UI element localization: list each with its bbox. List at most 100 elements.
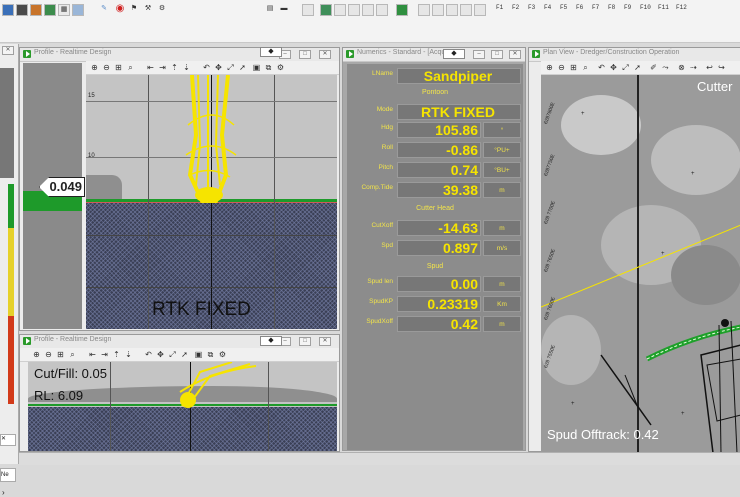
zoom-extent-icon[interactable]: ⊞	[114, 63, 123, 72]
left-panel-x-button[interactable]: ✕	[0, 434, 16, 446]
zoom-window-icon[interactable]: ⌕	[581, 63, 590, 72]
cascade-icon[interactable]	[474, 4, 486, 16]
numerics-pin-icon[interactable]: ◆	[443, 49, 465, 59]
map-icon[interactable]	[30, 4, 42, 16]
pan-left-icon[interactable]: ⇤	[88, 350, 97, 359]
export-icon[interactable]	[396, 4, 408, 16]
pointer-icon[interactable]: ➚	[633, 63, 642, 72]
fkey-f9[interactable]: F9	[624, 4, 631, 11]
profile-bottom-maximize-button[interactable]: □	[299, 337, 311, 346]
pan-left-icon[interactable]: ⇤	[146, 63, 155, 72]
profile-top-titlebar[interactable]: Profile - Realtime Design – □ ✕	[20, 48, 339, 62]
fkey-f7[interactable]: F7	[592, 4, 599, 11]
zoom-window-icon[interactable]: ⌕	[68, 350, 77, 359]
measure-icon[interactable]: ⤢	[168, 350, 177, 359]
zoom-in-icon[interactable]: ⊕	[545, 63, 554, 72]
zoom-in-icon[interactable]: ⊕	[90, 63, 99, 72]
numerics-maximize-button[interactable]: □	[491, 50, 503, 59]
pan-down-icon[interactable]: ⇣	[182, 63, 191, 72]
profile-bottom-close-button[interactable]: ✕	[319, 337, 331, 346]
copy-icon[interactable]	[418, 4, 430, 16]
pen-icon[interactable]: ✎	[98, 4, 110, 16]
left-panel: ✕ ✕ Ne ›	[0, 44, 19, 497]
grid-icon[interactable]: ▦	[58, 4, 70, 16]
fkey-f10[interactable]: F10	[640, 4, 651, 11]
erase-icon[interactable]: ✐	[649, 63, 658, 72]
numerics-minimize-button[interactable]: –	[473, 50, 485, 59]
zoom-in-icon[interactable]: ⊕	[32, 350, 41, 359]
tools-icon[interactable]: ⚒	[142, 4, 154, 16]
pointer-icon[interactable]: ➚	[238, 63, 247, 72]
print-icon[interactable]	[302, 4, 314, 16]
profile-bottom-titlebar[interactable]: Profile - Realtime Design – □ ✕	[20, 335, 339, 349]
copy-view-icon[interactable]: ⧉	[206, 350, 215, 359]
profile-top-pin-icon[interactable]: ◆	[260, 47, 282, 57]
save-icon[interactable]	[320, 4, 332, 16]
fkey-f11[interactable]: F11	[658, 4, 669, 11]
tile-icon[interactable]	[460, 4, 472, 16]
copy-view-icon[interactable]: ⧉	[264, 63, 273, 72]
prev-icon[interactable]: ↩	[705, 63, 714, 72]
fkey-f4[interactable]: F4	[544, 4, 551, 11]
layer-icon[interactable]	[16, 4, 28, 16]
terminal-icon[interactable]: ▤	[264, 4, 276, 16]
crane-icon[interactable]: ⚙	[156, 4, 168, 16]
fkey-f6[interactable]: F6	[576, 4, 583, 11]
move-icon[interactable]: ✥	[156, 350, 165, 359]
undo-icon[interactable]: ↶	[144, 350, 153, 359]
display-icon[interactable]: ▣	[194, 350, 203, 359]
vessel-icon[interactable]: ▬	[278, 4, 290, 16]
move-icon[interactable]: ✥	[214, 63, 223, 72]
profile-top-close-button[interactable]: ✕	[319, 50, 331, 59]
lifebuoy-icon[interactable]: ◉	[114, 4, 126, 16]
pan-right-icon[interactable]: ⇥	[158, 63, 167, 72]
planview-titlebar[interactable]: Plan View - Dredger/Construction Operati…	[529, 48, 740, 62]
route-icon[interactable]: ⤳	[661, 63, 670, 72]
fkey-f5[interactable]: F5	[560, 4, 567, 11]
doc-edit-icon[interactable]	[362, 4, 374, 16]
zoom-window-icon[interactable]: ⌕	[126, 63, 135, 72]
undo-icon[interactable]: ↶	[202, 63, 211, 72]
pan-up-icon[interactable]: ⇡	[112, 350, 121, 359]
app-icon[interactable]	[2, 4, 14, 16]
numerics-titlebar[interactable]: Numerics - Standard - [Acqu – □ ✕	[343, 48, 525, 62]
doc-check-icon[interactable]	[348, 4, 360, 16]
move-icon[interactable]: ✥	[609, 63, 618, 72]
doc-icon[interactable]	[334, 4, 346, 16]
measure-icon[interactable]: ⤢	[226, 63, 235, 72]
left-panel-tab[interactable]: Ne	[0, 468, 16, 482]
undo-icon[interactable]: ↶	[597, 63, 606, 72]
pan-down-icon[interactable]: ⇣	[124, 350, 133, 359]
pointer-icon[interactable]: ➚	[180, 350, 189, 359]
fkey-f1[interactable]: F1	[496, 4, 503, 11]
chart-icon[interactable]	[44, 4, 56, 16]
display-icon[interactable]: ▣	[252, 63, 261, 72]
zoom-out-icon[interactable]: ⊖	[102, 63, 111, 72]
left-panel-arrow-icon[interactable]: ›	[2, 488, 5, 497]
fkey-f3[interactable]: F3	[528, 4, 535, 11]
settings-view-icon[interactable]: ⚙	[218, 350, 227, 359]
pan-right-icon[interactable]: ⇥	[100, 350, 109, 359]
profile-top-maximize-button[interactable]: □	[299, 50, 311, 59]
zoom-extent-icon[interactable]: ⊞	[569, 63, 578, 72]
zoom-out-icon[interactable]: ⊖	[557, 63, 566, 72]
next-icon[interactable]: ↪	[717, 63, 726, 72]
layout-icon[interactable]	[446, 4, 458, 16]
settings-view-icon[interactable]: ⚙	[276, 63, 285, 72]
paste-icon[interactable]	[432, 4, 444, 16]
doc-list-icon[interactable]	[376, 4, 388, 16]
pan-up-icon[interactable]: ⇡	[170, 63, 179, 72]
target-icon[interactable]: ⊗	[677, 63, 686, 72]
left-panel-close-button[interactable]: ✕	[2, 46, 14, 55]
numerics-close-button[interactable]: ✕	[509, 50, 521, 59]
zoom-out-icon[interactable]: ⊖	[44, 350, 53, 359]
fkey-f2[interactable]: F2	[512, 4, 519, 11]
zoom-extent-icon[interactable]: ⊞	[56, 350, 65, 359]
profile-bottom-pin-icon[interactable]: ◆	[260, 336, 282, 346]
fkey-f8[interactable]: F8	[608, 4, 615, 11]
fkey-f12[interactable]: F12	[676, 4, 687, 11]
measure-icon[interactable]: ⤢	[621, 63, 630, 72]
track-icon[interactable]: ⇢	[689, 63, 698, 72]
flag-icon[interactable]: ⚑	[128, 4, 140, 16]
window-icon[interactable]	[72, 4, 84, 16]
